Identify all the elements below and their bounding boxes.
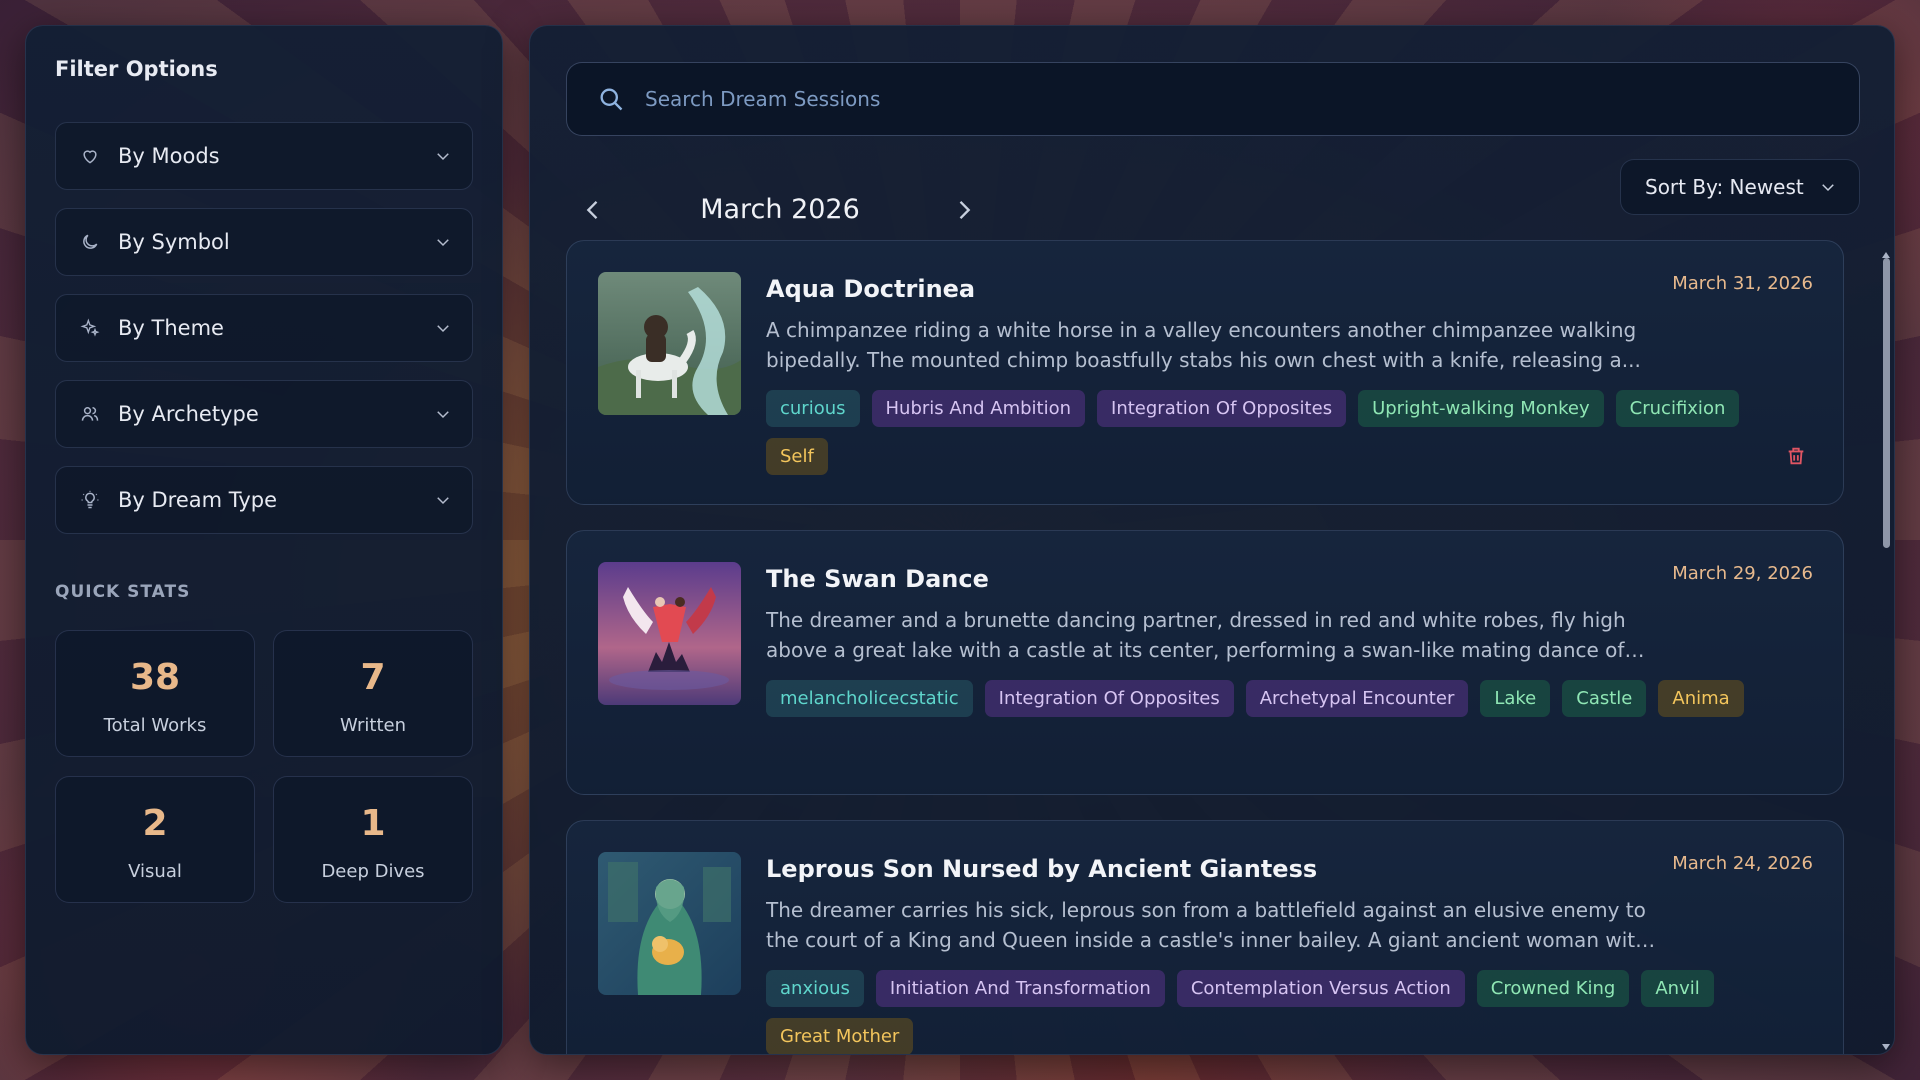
stat-deep-dives: 1 Deep Dives bbox=[273, 776, 473, 903]
users-icon bbox=[80, 404, 100, 424]
filter-label: By Moods bbox=[118, 144, 220, 168]
heart-icon bbox=[80, 146, 100, 166]
theme-tag[interactable]: Integration Of Opposites bbox=[1097, 390, 1347, 427]
theme-tag[interactable]: Contemplation Versus Action bbox=[1176, 970, 1465, 1007]
chevron-right-icon[interactable] bbox=[950, 196, 978, 224]
tag-list: curious Hubris And Ambition Integration … bbox=[766, 390, 1806, 475]
dream-description: The dreamer carries his sick, leprous so… bbox=[766, 898, 1648, 952]
dream-card[interactable]: The Swan Dance March 29, 2026 The dreame… bbox=[566, 530, 1844, 795]
symbol-tag[interactable]: Crowned King bbox=[1476, 970, 1630, 1007]
dream-thumbnail bbox=[598, 852, 741, 995]
scrollbar[interactable] bbox=[1882, 244, 1890, 1050]
filter-by-dream-type[interactable]: By Dream Type bbox=[55, 466, 473, 534]
stat-label: Visual bbox=[128, 861, 182, 882]
archetype-tag[interactable]: Self bbox=[766, 438, 828, 475]
dream-card[interactable]: Aqua Doctrinea March 31, 2026 A chimpanz… bbox=[566, 240, 1844, 505]
stat-total-works: 38 Total Works bbox=[55, 630, 255, 757]
trash-icon[interactable] bbox=[1785, 445, 1807, 467]
stat-value: 7 bbox=[360, 657, 386, 698]
dream-description: A chimpanzee riding a white horse in a v… bbox=[766, 318, 1641, 372]
sidebar-title: Filter Options bbox=[55, 57, 218, 81]
filter-by-moods[interactable]: By Moods bbox=[55, 122, 473, 190]
stat-written: 7 Written bbox=[273, 630, 473, 757]
dream-date: March 24, 2026 bbox=[1672, 853, 1813, 874]
theme-tag[interactable]: Integration Of Opposites bbox=[984, 680, 1234, 717]
month-title: March 2026 bbox=[700, 194, 860, 225]
chevron-down-icon bbox=[434, 405, 452, 423]
archetype-tag[interactable]: Anima bbox=[1658, 680, 1744, 717]
dream-description: The dreamer and a brunette dancing partn… bbox=[766, 608, 1626, 662]
dream-date: March 31, 2026 bbox=[1672, 273, 1813, 294]
dream-card[interactable]: Leprous Son Nursed by Ancient Giantess M… bbox=[566, 820, 1844, 1054]
dream-date: March 29, 2026 bbox=[1672, 563, 1813, 584]
stat-label: Total Works bbox=[103, 715, 207, 736]
stat-label: Deep Dives bbox=[321, 861, 425, 882]
filter-label: By Theme bbox=[118, 316, 224, 340]
filter-by-symbol[interactable]: By Symbol bbox=[55, 208, 473, 276]
scroll-down-arrow-icon[interactable] bbox=[1882, 1036, 1890, 1050]
dream-sessions-panel: March 2026 Sort By: Newest Aqua Doct bbox=[529, 25, 1895, 1055]
tag-list: anxious Initiation And Transformation Co… bbox=[766, 970, 1806, 1054]
filter-label: By Dream Type bbox=[118, 488, 278, 512]
symbol-tag[interactable]: Castle bbox=[1562, 680, 1647, 717]
stat-value: 2 bbox=[142, 803, 168, 844]
quick-stats-heading: QUICK STATS bbox=[55, 582, 191, 602]
dream-title[interactable]: Aqua Doctrinea bbox=[766, 275, 975, 303]
lightbulb-icon bbox=[80, 490, 100, 510]
sort-label: Sort By: Newest bbox=[1645, 175, 1804, 199]
mood-tag[interactable]: melancholicecstatic bbox=[766, 680, 973, 717]
symbol-tag[interactable]: Anvil bbox=[1641, 970, 1714, 1007]
dream-thumbnail bbox=[598, 562, 741, 705]
chevron-left-icon[interactable] bbox=[579, 196, 607, 224]
sort-dropdown[interactable]: Sort By: Newest bbox=[1620, 159, 1860, 215]
chevron-down-icon bbox=[434, 319, 452, 337]
symbol-tag[interactable]: Crucifixion bbox=[1615, 390, 1740, 427]
symbol-tag[interactable]: Lake bbox=[1480, 680, 1551, 717]
filter-by-archetype[interactable]: By Archetype bbox=[55, 380, 473, 448]
filter-sidebar: Filter Options By Moods By Symbol By The… bbox=[25, 25, 503, 1055]
search-input[interactable] bbox=[645, 87, 1745, 111]
dream-title[interactable]: Leprous Son Nursed by Ancient Giantess bbox=[766, 855, 1317, 883]
theme-tag[interactable]: Hubris And Ambition bbox=[871, 390, 1086, 427]
scroll-up-arrow-icon[interactable] bbox=[1882, 244, 1890, 258]
dream-thumbnail bbox=[598, 272, 741, 415]
moon-icon bbox=[80, 232, 100, 252]
search-icon bbox=[597, 85, 625, 113]
filter-label: By Archetype bbox=[118, 402, 259, 426]
chevron-down-icon bbox=[434, 491, 452, 509]
theme-tag[interactable]: Initiation And Transformation bbox=[875, 970, 1165, 1007]
theme-tag[interactable]: Archetypal Encounter bbox=[1245, 680, 1469, 717]
dream-title[interactable]: The Swan Dance bbox=[766, 565, 989, 593]
symbol-tag[interactable]: Upright-walking Monkey bbox=[1358, 390, 1604, 427]
sparkles-icon bbox=[80, 318, 100, 338]
stat-value: 38 bbox=[129, 657, 181, 698]
stat-label: Written bbox=[340, 715, 406, 736]
stat-value: 1 bbox=[360, 803, 386, 844]
chevron-down-icon bbox=[434, 147, 452, 165]
filter-label: By Symbol bbox=[118, 230, 230, 254]
archetype-tag[interactable]: Great Mother bbox=[766, 1018, 914, 1054]
mood-tag[interactable]: anxious bbox=[766, 970, 864, 1007]
search-bar[interactable] bbox=[566, 62, 1860, 136]
chevron-down-icon bbox=[434, 233, 452, 251]
chevron-down-icon bbox=[1819, 178, 1837, 196]
stat-visual: 2 Visual bbox=[55, 776, 255, 903]
filter-by-theme[interactable]: By Theme bbox=[55, 294, 473, 362]
scrollbar-thumb[interactable] bbox=[1883, 258, 1890, 548]
mood-tag[interactable]: curious bbox=[766, 390, 860, 427]
tag-list: melancholicecstatic Integration Of Oppos… bbox=[766, 680, 1806, 717]
